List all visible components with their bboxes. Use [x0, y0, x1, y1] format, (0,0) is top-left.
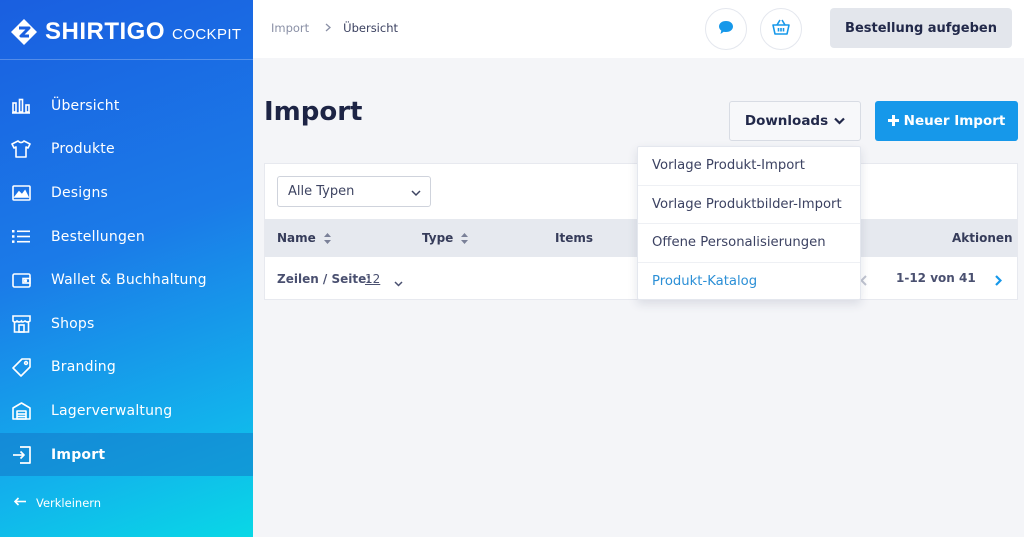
- page-title: Import: [264, 97, 363, 127]
- sidebar-item-branding[interactable]: Branding: [0, 346, 253, 390]
- chevron-down-icon: [834, 113, 845, 129]
- sidebar-item-bestellungen[interactable]: Bestellungen: [0, 215, 253, 259]
- new-import-label: Neuer Import: [903, 113, 1006, 129]
- column-header-actions: Aktionen: [952, 231, 1013, 245]
- sidebar-item-label: Import: [51, 446, 106, 463]
- type-filter-value: Alle Typen: [288, 184, 355, 199]
- collapse-sidebar-button[interactable]: Verkleinern: [13, 495, 102, 510]
- sidebar-item-label: Lagerverwaltung: [51, 402, 173, 419]
- menu-item-offene-personalisierungen[interactable]: Offene Personalisierungen: [638, 224, 860, 263]
- chevron-right-icon: [325, 21, 332, 35]
- sort-icon: [461, 232, 469, 244]
- downloads-button[interactable]: Downloads: [729, 101, 861, 141]
- brand-name: SHIRTIGO: [45, 18, 166, 45]
- logo[interactable]: SHIRTIGO COCKPIT: [9, 14, 242, 50]
- arrow-left-icon: [13, 495, 26, 510]
- sidebar-item-label: Branding: [51, 359, 116, 376]
- sidebar-item-designs[interactable]: Designs: [0, 171, 253, 215]
- menu-item-vorlage-produktbilder-import[interactable]: Vorlage Produktbilder-Import: [638, 186, 860, 224]
- sidebar-item-lagerverwaltung[interactable]: Lagerverwaltung: [0, 389, 253, 433]
- tag-icon: [11, 357, 31, 377]
- column-label: Items: [555, 231, 593, 245]
- pagination-info: 1-12 von 41: [896, 271, 976, 285]
- sidebar-item-label: Übersicht: [51, 97, 120, 114]
- type-filter-select[interactable]: Alle Typen: [277, 176, 431, 207]
- column-header-items: Items: [555, 231, 593, 245]
- previous-page-icon[interactable]: [860, 271, 867, 290]
- downloads-dropdown-menu: Vorlage Produkt-Import Vorlage Produktbi…: [637, 146, 861, 300]
- column-label: Aktionen: [952, 231, 1013, 245]
- column-label: Type: [422, 231, 454, 245]
- downloads-label: Downloads: [744, 113, 829, 129]
- bar-chart-icon: [11, 96, 31, 116]
- sidebar-item-label: Designs: [51, 184, 109, 201]
- sort-icon: [323, 232, 331, 244]
- sidebar-nav: Übersicht Produkte Designs Bestellungen …: [0, 84, 253, 477]
- column-label: Name: [277, 231, 316, 245]
- place-order-button[interactable]: Bestellung aufgeben: [830, 8, 1012, 48]
- chevron-down-icon: [411, 186, 421, 201]
- chat-bubble-icon: [718, 20, 734, 39]
- column-header-name[interactable]: Name: [277, 231, 331, 245]
- collapse-label: Verkleinern: [36, 495, 102, 510]
- new-import-button[interactable]: Neuer Import: [875, 101, 1018, 141]
- menu-item-produkt-katalog[interactable]: Produkt-Katalog: [638, 263, 860, 302]
- warehouse-icon: [11, 401, 31, 421]
- column-header-type[interactable]: Type: [422, 231, 469, 245]
- breadcrumb-item-import[interactable]: Import: [271, 21, 309, 35]
- menu-item-vorlage-produkt-import[interactable]: Vorlage Produkt-Import: [638, 147, 860, 186]
- sidebar-item-import[interactable]: Import: [0, 432, 253, 477]
- chat-button[interactable]: [705, 8, 747, 50]
- breadcrumb: Import Übersicht: [271, 21, 398, 35]
- basket-icon: [772, 19, 790, 39]
- sidebar-item-label: Bestellungen: [51, 228, 145, 245]
- sidebar-item-uebersicht[interactable]: Übersicht: [0, 84, 253, 128]
- sidebar-item-label: Produkte: [51, 141, 115, 158]
- sidebar: SHIRTIGO COCKPIT Übersicht Produkte Desi…: [0, 0, 253, 537]
- topbar: Import Übersicht Bestellung aufgeben: [253, 0, 1024, 58]
- logo-divider: [0, 59, 253, 60]
- sidebar-item-produkte[interactable]: Produkte: [0, 128, 253, 172]
- store-icon: [11, 314, 31, 334]
- rows-per-page-select[interactable]: 12: [365, 272, 380, 286]
- brand-sub: COCKPIT: [172, 26, 242, 43]
- plus-icon: [887, 112, 899, 130]
- shirtigo-logo-icon: [9, 17, 39, 47]
- sidebar-item-shops[interactable]: Shops: [0, 302, 253, 346]
- tshirt-icon: [11, 139, 31, 159]
- cart-button[interactable]: [760, 8, 802, 50]
- wallet-icon: [11, 270, 31, 290]
- chevron-down-icon[interactable]: [394, 272, 403, 291]
- sidebar-item-label: Wallet & Buchhaltung: [51, 272, 207, 289]
- import-icon: [11, 445, 31, 465]
- sidebar-item-wallet[interactable]: Wallet & Buchhaltung: [0, 258, 253, 302]
- next-page-icon[interactable]: [995, 271, 1003, 290]
- sidebar-item-label: Shops: [51, 315, 95, 332]
- image-icon: [11, 183, 31, 203]
- list-icon: [11, 227, 31, 247]
- breadcrumb-item-current: Übersicht: [343, 21, 398, 35]
- rows-per-page-label: Zeilen / Seite:: [277, 272, 372, 286]
